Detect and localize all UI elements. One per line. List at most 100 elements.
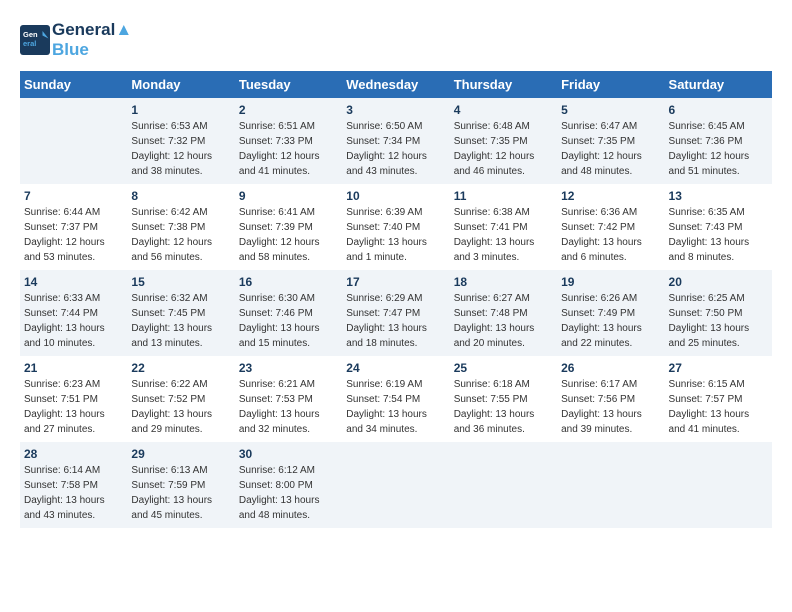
- day-number: 10: [346, 189, 445, 203]
- calendar-cell: 21 Sunrise: 6:23 AMSunset: 7:51 PMDayligh…: [20, 356, 127, 442]
- logo-name: General▲: [52, 20, 132, 40]
- calendar-cell: 1 Sunrise: 6:53 AMSunset: 7:32 PMDaylight…: [127, 98, 234, 184]
- day-info: Sunrise: 6:30 AMSunset: 7:46 PMDaylight:…: [239, 291, 338, 351]
- day-number: 12: [561, 189, 660, 203]
- calendar-cell: 3 Sunrise: 6:50 AMSunset: 7:34 PMDaylight…: [342, 98, 449, 184]
- day-info: Sunrise: 6:17 AMSunset: 7:56 PMDaylight:…: [561, 377, 660, 437]
- col-monday: Monday: [127, 71, 234, 98]
- day-number: 5: [561, 103, 660, 117]
- day-number: 3: [346, 103, 445, 117]
- col-thursday: Thursday: [450, 71, 557, 98]
- day-number: 29: [131, 447, 230, 461]
- calendar-week-row: 28Sunrise: 6:14 AMSunset: 7:58 PMDayligh…: [20, 442, 772, 528]
- calendar-cell: 28Sunrise: 6:14 AMSunset: 7:58 PMDayligh…: [20, 442, 127, 528]
- calendar-cell: 15 Sunrise: 6:32 AMSunset: 7:45 PMDayligh…: [127, 270, 234, 356]
- day-info: Sunrise: 6:41 AMSunset: 7:39 PMDaylight:…: [239, 205, 338, 265]
- calendar-cell: 23 Sunrise: 6:21 AMSunset: 7:53 PMDayligh…: [235, 356, 342, 442]
- calendar-cell: 9 Sunrise: 6:41 AMSunset: 7:39 PMDaylight…: [235, 184, 342, 270]
- calendar-cell: 4 Sunrise: 6:48 AMSunset: 7:35 PMDaylight…: [450, 98, 557, 184]
- day-number: 16: [239, 275, 338, 289]
- calendar-cell: 8 Sunrise: 6:42 AMSunset: 7:38 PMDaylight…: [127, 184, 234, 270]
- calendar-cell: [20, 98, 127, 184]
- calendar-header-row: Sunday Monday Tuesday Wednesday Thursday…: [20, 71, 772, 98]
- day-info: Sunrise: 6:48 AMSunset: 7:35 PMDaylight:…: [454, 119, 553, 179]
- calendar-week-row: 7Sunrise: 6:44 AMSunset: 7:37 PMDaylight…: [20, 184, 772, 270]
- day-info: Sunrise: 6:13 AMSunset: 7:59 PMDaylight:…: [131, 463, 230, 523]
- logo: Gen eral General▲ Blue: [20, 20, 132, 61]
- day-info: Sunrise: 6:35 AMSunset: 7:43 PMDaylight:…: [669, 205, 768, 265]
- day-info: Sunrise: 6:26 AMSunset: 7:49 PMDaylight:…: [561, 291, 660, 351]
- day-number: 6: [669, 103, 768, 117]
- calendar-cell: 26 Sunrise: 6:17 AMSunset: 7:56 PMDayligh…: [557, 356, 664, 442]
- day-number: 19: [561, 275, 660, 289]
- day-info: Sunrise: 6:25 AMSunset: 7:50 PMDaylight:…: [669, 291, 768, 351]
- day-number: 23: [239, 361, 338, 375]
- calendar-cell: [557, 442, 664, 528]
- calendar-cell: 14Sunrise: 6:33 AMSunset: 7:44 PMDayligh…: [20, 270, 127, 356]
- calendar-cell: 10 Sunrise: 6:39 AMSunset: 7:40 PMDayligh…: [342, 184, 449, 270]
- day-number: 11: [454, 189, 553, 203]
- day-number: 4: [454, 103, 553, 117]
- day-info: Sunrise: 6:53 AMSunset: 7:32 PMDaylight:…: [131, 119, 230, 179]
- day-info: Sunrise: 6:39 AMSunset: 7:40 PMDaylight:…: [346, 205, 445, 265]
- page-header: Gen eral General▲ Blue: [20, 20, 772, 61]
- calendar-cell: 19 Sunrise: 6:26 AMSunset: 7:49 PMDayligh…: [557, 270, 664, 356]
- day-info: Sunrise: 6:21 AMSunset: 7:53 PMDaylight:…: [239, 377, 338, 437]
- col-tuesday: Tuesday: [235, 71, 342, 98]
- calendar-cell: 29 Sunrise: 6:13 AMSunset: 7:59 PMDayligh…: [127, 442, 234, 528]
- day-number: 14: [24, 275, 123, 289]
- day-number: 9: [239, 189, 338, 203]
- calendar-cell: 24Sunrise: 6:19 AMSunset: 7:54 PMDayligh…: [342, 356, 449, 442]
- col-saturday: Saturday: [665, 71, 772, 98]
- calendar-cell: 30 Sunrise: 6:12 AMSunset: 8:00 PMDayligh…: [235, 442, 342, 528]
- calendar-week-row: 21 Sunrise: 6:23 AMSunset: 7:51 PMDayligh…: [20, 356, 772, 442]
- day-number: 1: [131, 103, 230, 117]
- calendar-week-row: 14Sunrise: 6:33 AMSunset: 7:44 PMDayligh…: [20, 270, 772, 356]
- day-info: Sunrise: 6:36 AMSunset: 7:42 PMDaylight:…: [561, 205, 660, 265]
- col-wednesday: Wednesday: [342, 71, 449, 98]
- calendar-cell: 5 Sunrise: 6:47 AMSunset: 7:35 PMDaylight…: [557, 98, 664, 184]
- svg-text:eral: eral: [23, 39, 36, 48]
- col-friday: Friday: [557, 71, 664, 98]
- calendar-cell: [342, 442, 449, 528]
- day-number: 30: [239, 447, 338, 461]
- day-info: Sunrise: 6:22 AMSunset: 7:52 PMDaylight:…: [131, 377, 230, 437]
- day-info: Sunrise: 6:29 AMSunset: 7:47 PMDaylight:…: [346, 291, 445, 351]
- day-info: Sunrise: 6:15 AMSunset: 7:57 PMDaylight:…: [669, 377, 768, 437]
- calendar-cell: 18Sunrise: 6:27 AMSunset: 7:48 PMDayligh…: [450, 270, 557, 356]
- day-number: 2: [239, 103, 338, 117]
- day-number: 8: [131, 189, 230, 203]
- day-info: Sunrise: 6:50 AMSunset: 7:34 PMDaylight:…: [346, 119, 445, 179]
- calendar-cell: 20 Sunrise: 6:25 AMSunset: 7:50 PMDayligh…: [665, 270, 772, 356]
- calendar-cell: 25Sunrise: 6:18 AMSunset: 7:55 PMDayligh…: [450, 356, 557, 442]
- day-info: Sunrise: 6:47 AMSunset: 7:35 PMDaylight:…: [561, 119, 660, 179]
- day-number: 26: [561, 361, 660, 375]
- calendar-cell: 13 Sunrise: 6:35 AMSunset: 7:43 PMDayligh…: [665, 184, 772, 270]
- day-info: Sunrise: 6:23 AMSunset: 7:51 PMDaylight:…: [24, 377, 123, 437]
- calendar-cell: 22Sunrise: 6:22 AMSunset: 7:52 PMDayligh…: [127, 356, 234, 442]
- logo-sub: Blue: [52, 40, 132, 60]
- day-number: 15: [131, 275, 230, 289]
- calendar-body: 1 Sunrise: 6:53 AMSunset: 7:32 PMDaylight…: [20, 98, 772, 528]
- calendar-cell: [450, 442, 557, 528]
- day-info: Sunrise: 6:12 AMSunset: 8:00 PMDaylight:…: [239, 463, 338, 523]
- day-info: Sunrise: 6:42 AMSunset: 7:38 PMDaylight:…: [131, 205, 230, 265]
- logo-icon: Gen eral: [20, 25, 50, 55]
- calendar-cell: 12 Sunrise: 6:36 AMSunset: 7:42 PMDayligh…: [557, 184, 664, 270]
- calendar-cell: 16 Sunrise: 6:30 AMSunset: 7:46 PMDayligh…: [235, 270, 342, 356]
- day-info: Sunrise: 6:19 AMSunset: 7:54 PMDaylight:…: [346, 377, 445, 437]
- calendar-table: Sunday Monday Tuesday Wednesday Thursday…: [20, 71, 772, 528]
- day-number: 20: [669, 275, 768, 289]
- calendar-cell: 7Sunrise: 6:44 AMSunset: 7:37 PMDaylight…: [20, 184, 127, 270]
- calendar-cell: [665, 442, 772, 528]
- calendar-cell: 27 Sunrise: 6:15 AMSunset: 7:57 PMDayligh…: [665, 356, 772, 442]
- day-info: Sunrise: 6:38 AMSunset: 7:41 PMDaylight:…: [454, 205, 553, 265]
- day-number: 21: [24, 361, 123, 375]
- day-number: 13: [669, 189, 768, 203]
- calendar-cell: 11 Sunrise: 6:38 AMSunset: 7:41 PMDayligh…: [450, 184, 557, 270]
- svg-text:Gen: Gen: [23, 30, 38, 39]
- day-number: 27: [669, 361, 768, 375]
- day-info: Sunrise: 6:18 AMSunset: 7:55 PMDaylight:…: [454, 377, 553, 437]
- day-info: Sunrise: 6:51 AMSunset: 7:33 PMDaylight:…: [239, 119, 338, 179]
- day-info: Sunrise: 6:32 AMSunset: 7:45 PMDaylight:…: [131, 291, 230, 351]
